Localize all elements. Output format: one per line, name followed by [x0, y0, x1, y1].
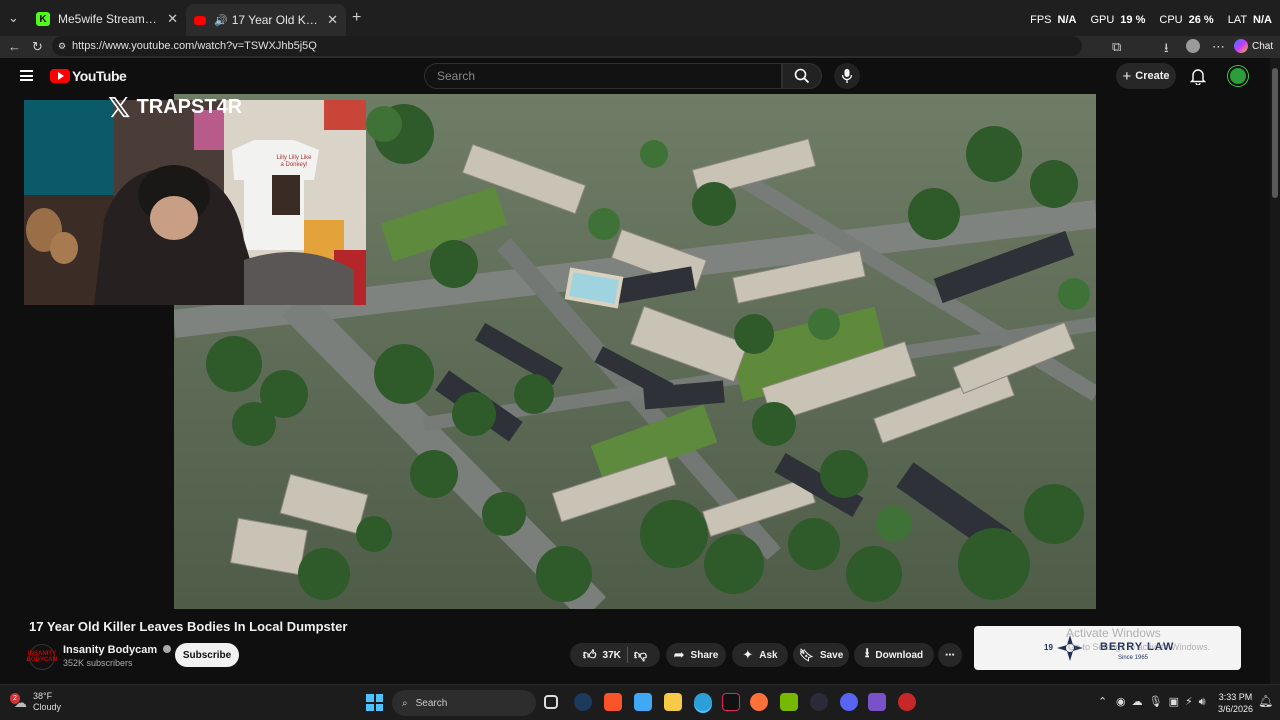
streamer-watermark: 𝕏 TRAPST4R [108, 91, 243, 123]
more-actions-button[interactable]: ⋯ [938, 643, 962, 667]
reload-icon[interactable]: ↻ [32, 39, 43, 55]
thumbs-down-icon: 👎︎ [633, 647, 648, 662]
show-hidden-icons-chevron-icon[interactable]: ⌃ [1098, 695, 1107, 708]
profile-avatar[interactable] [1186, 39, 1200, 53]
webcam-feed-image [24, 100, 366, 305]
channel-name[interactable]: Insanity Bodycam [63, 644, 172, 656]
thumbs-up-icon: 👍︎ [582, 647, 597, 662]
notifications-bell-icon[interactable] [1190, 68, 1206, 85]
edge-icon[interactable] [694, 693, 712, 711]
more-menu-icon[interactable]: ⋯ [1212, 39, 1225, 55]
task-view-icon[interactable] [544, 695, 558, 709]
scrollbar-thumb[interactable] [1272, 68, 1278, 198]
copilot-chat-button[interactable]: Chat [1234, 39, 1273, 53]
taskbar-search-input[interactable]: ⌕ Search [392, 690, 536, 716]
plus-icon: + [1122, 67, 1132, 85]
microphone-icon [841, 69, 853, 83]
like-dislike-group: 👍︎ 37K 👎︎ [570, 643, 660, 667]
youtube-logo[interactable]: YouTube [50, 68, 127, 84]
notifications-icon[interactable]: 🔔︎ [1258, 694, 1273, 708]
video-title: 17 Year Old Killer Leaves Bodies In Loca… [29, 619, 348, 634]
account-avatar[interactable] [1228, 66, 1248, 86]
browser-toolbar: ← ↻ ⚙ https://www.youtube.com/watch?v=TS… [0, 36, 1280, 58]
tab-title: Me5wife Stream - Watch Live [58, 12, 159, 26]
activate-windows-watermark: Activate Windows Go to Settings to activ… [1066, 626, 1211, 652]
ad-since: Since 1965 [1118, 655, 1149, 661]
search-icon: ⌕ [402, 697, 408, 709]
ask-button[interactable]: ✦ Ask [732, 643, 788, 667]
lat-stat: LAT N/A [1227, 14, 1272, 26]
back-arrow-icon[interactable]: ← [8, 39, 21, 54]
notepad-icon[interactable] [634, 693, 652, 711]
bookmark-icon: 🔖︎ [798, 648, 814, 662]
close-tab-icon[interactable]: ✕ [327, 12, 338, 28]
nvidia-icon[interactable] [780, 693, 798, 711]
new-tab-plus-icon[interactable]: + [352, 9, 361, 27]
weather-widget[interactable]: ☁ 2 38°F Cloudy [10, 691, 62, 713]
tab-list-chevron-icon[interactable]: ⌄ [8, 10, 19, 26]
voice-search-button[interactable] [834, 63, 860, 89]
tiktok-icon[interactable] [722, 693, 740, 711]
weather-temp: 38°F [33, 691, 53, 701]
youtube-favicon-icon [194, 15, 206, 25]
extensions-icon[interactable]: ⧉ [1112, 39, 1121, 55]
cpu-stat: CPU 26 % [1159, 14, 1214, 26]
youtube-play-icon [50, 69, 70, 83]
subscribe-button[interactable]: Subscribe [175, 643, 239, 667]
streamer-webcam: Lilly Lilly Like a Donkey! [24, 100, 366, 305]
subscriber-count: 352K subscribers [63, 658, 133, 668]
obs-icon[interactable] [810, 693, 828, 711]
search-button[interactable] [782, 63, 822, 89]
speaker-icon[interactable]: 🔊 [214, 14, 228, 27]
ad-year-left: 19 [1044, 643, 1053, 652]
channel-avatar[interactable]: INSANITY BODYCAM [27, 644, 58, 670]
sparkle-icon: ✦ [742, 647, 754, 662]
verified-badge-icon [163, 645, 172, 653]
steam-icon[interactable] [574, 693, 592, 711]
kick-favicon-icon: K [36, 12, 50, 26]
address-bar[interactable]: ⚙ https://www.youtube.com/watch?v=TSWXJh… [52, 36, 1082, 56]
gpu-stat: GPU 19 % [1090, 14, 1146, 26]
tray-icons[interactable]: ◉☁🎙︎▣⚡🔊︎ [1116, 695, 1212, 709]
search-icon [794, 68, 810, 84]
calculator-icon[interactable] [868, 693, 886, 711]
start-windows-icon[interactable] [366, 694, 383, 711]
tab-title: 17 Year Old Killer Leaves Bodi [231, 13, 319, 27]
taskbar-clock[interactable]: 3:33 PM 3/6/2026 [1218, 691, 1253, 715]
like-button[interactable]: 👍︎ 37K [583, 647, 621, 663]
page-scrollbar[interactable] [1270, 58, 1280, 684]
close-tab-icon[interactable]: ✕ [167, 11, 178, 27]
url-text: https://www.youtube.com/watch?v=TSWXJhb5… [72, 40, 317, 52]
webcam-shirt-text: Lilly Lilly Like a Donkey! [276, 155, 312, 168]
fps-stat: FPS N/A [1030, 14, 1077, 26]
divider [626, 647, 628, 663]
firefox-icon[interactable] [750, 693, 768, 711]
create-button[interactable]: + Create [1116, 63, 1176, 89]
notification-badge: 2 [10, 692, 20, 704]
dislike-button[interactable]: 👎︎ [634, 647, 647, 663]
more-horizontal-icon: ⋯ [945, 649, 955, 661]
hamburger-menu-icon[interactable] [20, 70, 33, 81]
performance-overlay: FPS N/A GPU 19 % CPU 26 % LAT N/A [1030, 14, 1272, 26]
x-logo-icon: 𝕏 [108, 91, 131, 123]
browser-tab-strip: ⌄ K Me5wife Stream - Watch Live ✕ 🔊 17 Y… [0, 0, 1280, 36]
tab-video[interactable]: 🔊 17 Year Old Killer Leaves Bodi ✕ [186, 4, 346, 36]
download-button[interactable]: ⭳ Download [854, 643, 934, 667]
discord-icon[interactable] [840, 693, 858, 711]
weather-cloud-icon: ☁ 2 [10, 692, 27, 709]
brave-icon[interactable] [604, 693, 622, 711]
download-icon: ⭳ [864, 645, 870, 660]
copilot-icon [1234, 39, 1248, 53]
windows-taskbar: ☁ 2 38°F Cloudy ⌕ Search ⌃ ◉☁🎙︎▣⚡🔊︎ 3:33… [0, 684, 1280, 720]
weather-desc: Cloudy [33, 702, 62, 712]
save-button[interactable]: 🔖︎ Save [793, 643, 849, 667]
search-input[interactable]: Search [424, 63, 782, 89]
site-info-icon[interactable]: ⚙ [58, 41, 66, 52]
tab-stream[interactable]: K Me5wife Stream - Watch Live ✕ [28, 6, 186, 32]
file-explorer-icon[interactable] [664, 693, 682, 711]
app-icon[interactable] [898, 693, 916, 711]
share-button[interactable]: ➦ Share [666, 643, 726, 667]
share-arrow-icon: ➦ [673, 647, 685, 662]
